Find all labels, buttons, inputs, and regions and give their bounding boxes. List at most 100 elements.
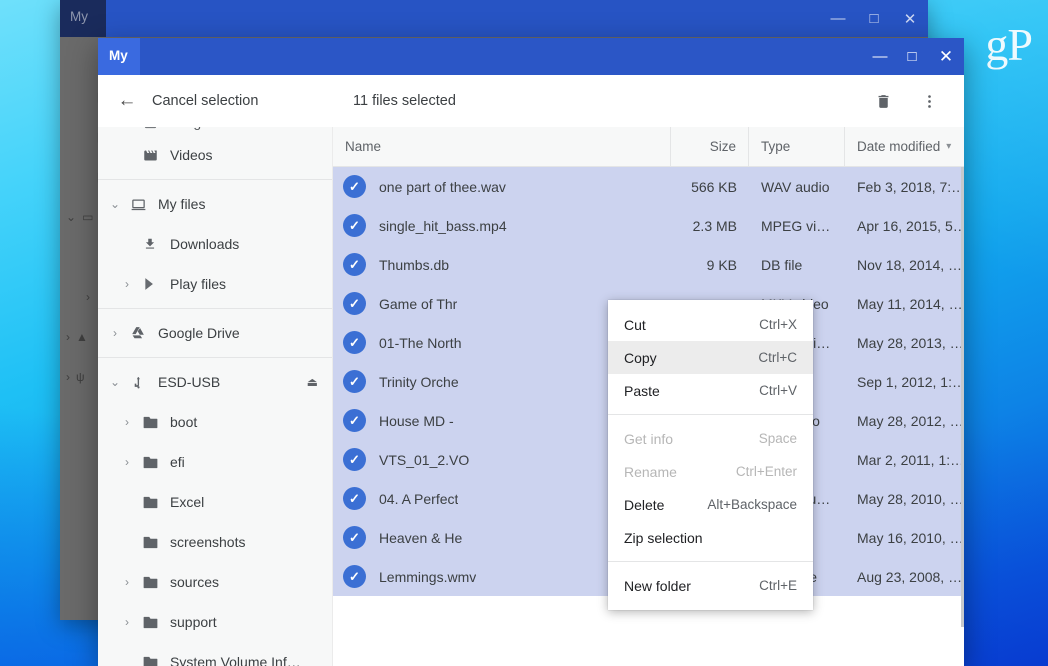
file-name-label: Heaven & He — [379, 529, 463, 546]
background-maximize-button[interactable]: □ — [856, 0, 892, 37]
chevron-down-icon[interactable]: ⌄ — [104, 197, 126, 211]
chevron-right-icon[interactable]: › — [116, 575, 138, 589]
back-arrow-icon[interactable]: ← — [114, 88, 140, 114]
file-date-modified-cell: May 28, 2010, … — [857, 490, 964, 507]
table-row[interactable]: ✓ one part of thee.wav 566 KB WAV audio Feb … — [333, 167, 964, 206]
background-minimize-button[interactable]: — — [820, 0, 856, 37]
drive-icon — [126, 326, 150, 340]
sidebar-separator — [98, 357, 332, 358]
delete-icon[interactable] — [870, 88, 896, 114]
context-menu-item-shortcut: Ctrl+X — [759, 317, 797, 332]
files-app-window[interactable]: My — □ ✕ ← Cancel selection 11 files sel… — [98, 38, 964, 666]
row-checkbox-checked[interactable]: ✓ — [343, 526, 366, 549]
file-date-modified-cell: May 28, 2012, … — [857, 412, 964, 429]
sidebar-item-label: Play files — [170, 276, 227, 292]
background-window-titlebar[interactable]: My — □ ✕ — [60, 0, 928, 37]
background-window-controls[interactable]: — □ ✕ — [820, 0, 928, 37]
sidebar-item-label: support — [170, 614, 217, 630]
cancel-selection-button[interactable]: Cancel selection — [152, 93, 258, 109]
table-row[interactable]: ✓ Thumbs.db 9 KB DB file Nov 18, 2014, … — [333, 245, 964, 284]
sidebar-item-excel[interactable]: Excel — [98, 482, 332, 522]
chevron-right-icon[interactable]: › — [116, 615, 138, 629]
context-menu-item-zip-selection[interactable]: Zip selection — [608, 521, 813, 554]
sidebar-item-esd-usb[interactable]: ⌄ ESD-USB ⏏ — [98, 362, 332, 402]
chevron-right-icon[interactable]: › — [104, 326, 126, 340]
sidebar-item-boot[interactable]: › boot — [98, 402, 332, 442]
files-window-controls[interactable]: — □ ✕ — [864, 38, 964, 75]
column-header-name[interactable]: Name — [333, 127, 671, 166]
usb-icon — [126, 375, 150, 390]
sidebar-item-label: Google Drive — [158, 325, 240, 341]
chevron-right-icon[interactable]: › — [116, 455, 138, 469]
selected-count-label: 11 files selected — [353, 93, 456, 109]
row-checkbox-checked[interactable]: ✓ — [343, 175, 366, 198]
context-menu-item-label: Zip selection — [624, 529, 703, 546]
sidebar-item-system-volume-inf[interactable]: System Volume Inf… — [98, 642, 332, 666]
row-checkbox-checked[interactable]: ✓ — [343, 253, 366, 276]
sidebar-item-images[interactable]: Images — [98, 127, 332, 135]
chevron-down-icon[interactable]: ⌄ — [104, 375, 126, 389]
context-menu-item-label: Get info — [624, 430, 674, 447]
chevron-right-icon[interactable]: › — [116, 415, 138, 429]
file-size-cell: 9 KB — [706, 256, 737, 273]
background-window-titlebar-fill — [106, 0, 928, 37]
file-name-label: Thumbs.db — [379, 256, 450, 273]
sidebar-item-label: Excel — [170, 494, 205, 510]
sidebar-item-sources[interactable]: › sources — [98, 562, 332, 602]
sidebar-item-support[interactable]: › support — [98, 602, 332, 642]
watermark-logo: gP — [985, 19, 1033, 70]
context-menu-item-shortcut: Ctrl+Enter — [735, 464, 797, 479]
context-menu-item-paste[interactable]: Paste Ctrl+V — [608, 374, 813, 407]
table-row[interactable]: ✓ single_hit_bass.mp4 2.3 MB MPEG vi… Apr 16… — [333, 206, 964, 245]
file-list-header: Name Size Type Date modified ▾ — [333, 127, 964, 167]
column-header-size[interactable]: Size — [671, 127, 749, 166]
row-checkbox-checked[interactable]: ✓ — [343, 565, 366, 588]
files-content: Images Videos ⌄ My files Downloads › Play file… — [98, 127, 964, 666]
context-menu-item-delete[interactable]: Delete Alt+Backspace — [608, 488, 813, 521]
more-vert-icon[interactable] — [916, 88, 942, 114]
chevron-right-icon[interactable]: › — [116, 277, 138, 291]
maximize-button[interactable]: □ — [896, 38, 928, 75]
close-button[interactable]: ✕ — [928, 38, 964, 75]
sidebar-item-my-files[interactable]: ⌄ My files — [98, 184, 332, 224]
row-checkbox-checked[interactable]: ✓ — [343, 292, 366, 315]
minimize-button[interactable]: — — [864, 38, 896, 75]
sidebar-item-play-files[interactable]: › Play files — [98, 264, 332, 304]
eject-icon[interactable]: ⏏ — [307, 375, 318, 389]
row-checkbox-checked[interactable]: ✓ — [343, 487, 366, 510]
row-checkbox-checked[interactable]: ✓ — [343, 214, 366, 237]
vertical-scrollbar[interactable] — [961, 167, 964, 627]
file-date-modified-cell: May 16, 2010, … — [857, 529, 964, 546]
column-header-date-label: Date modified — [857, 139, 941, 154]
selection-actions — [870, 88, 948, 114]
sidebar-item-videos[interactable]: Videos — [98, 135, 332, 175]
file-name-label: VTS_01_2.VO — [379, 451, 470, 468]
background-close-button[interactable]: ✕ — [892, 0, 928, 37]
folder-icon — [138, 496, 162, 509]
context-menu-item-cut[interactable]: Cut Ctrl+X — [608, 308, 813, 341]
context-menu-item-label: Cut — [624, 316, 646, 333]
row-checkbox-checked[interactable]: ✓ — [343, 370, 366, 393]
context-menu-item-copy[interactable]: Copy Ctrl+C — [608, 341, 813, 374]
sidebar-item-label: System Volume Inf… — [170, 654, 301, 666]
files-window-titlebar[interactable]: My — □ ✕ — [98, 38, 964, 75]
row-checkbox-checked[interactable]: ✓ — [343, 409, 366, 432]
context-menu-item-label: Rename — [624, 463, 677, 480]
column-header-type[interactable]: Type — [749, 127, 845, 166]
column-header-date-modified[interactable]: Date modified ▾ — [845, 127, 964, 166]
context-menu[interactable]: Cut Ctrl+X Copy Ctrl+C Paste Ctrl+V Get info Sp… — [608, 300, 813, 610]
context-menu-item-new-folder[interactable]: New folder Ctrl+E — [608, 569, 813, 602]
navigation-sidebar[interactable]: Images Videos ⌄ My files Downloads › Play file… — [98, 127, 333, 666]
sidebar-item-efi[interactable]: › efi — [98, 442, 332, 482]
sidebar-item-label: Videos — [170, 147, 213, 163]
sidebar-item-label: ESD-USB — [158, 374, 221, 390]
file-name-label: 01-The North — [379, 334, 462, 351]
sidebar-item-google-drive[interactable]: › Google Drive — [98, 313, 332, 353]
file-date-modified-cell: Feb 3, 2018, 7:… — [857, 178, 964, 195]
file-name-label: Game of Thr — [379, 295, 458, 312]
row-checkbox-checked[interactable]: ✓ — [343, 448, 366, 471]
sidebar-item-screenshots[interactable]: screenshots — [98, 522, 332, 562]
sidebar-item-downloads[interactable]: Downloads — [98, 224, 332, 264]
laptop-icon — [126, 197, 150, 212]
row-checkbox-checked[interactable]: ✓ — [343, 331, 366, 354]
